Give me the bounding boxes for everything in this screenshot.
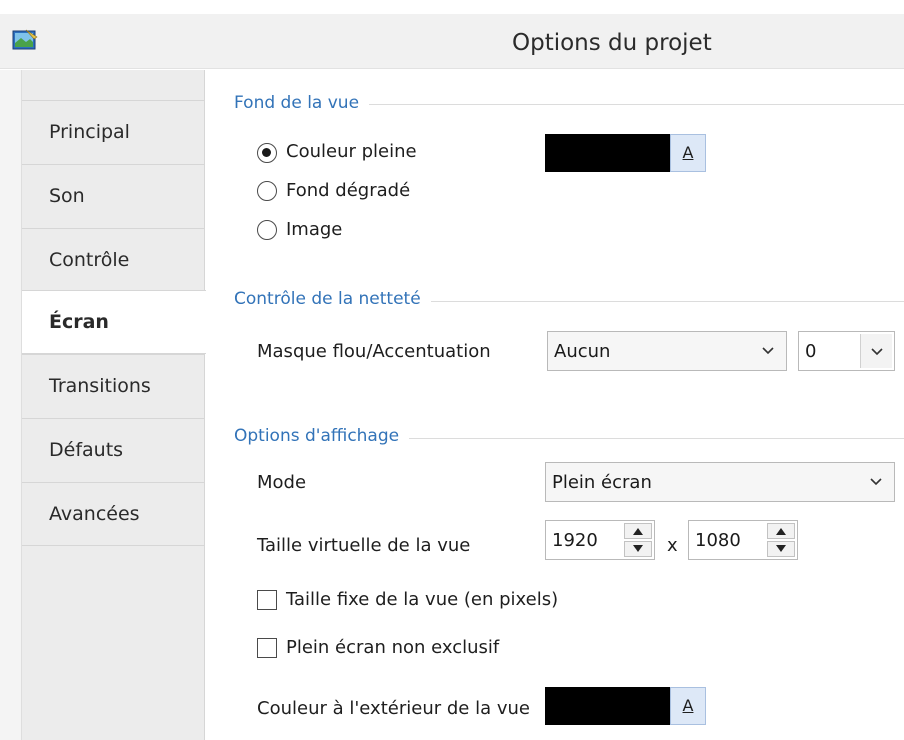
- spin-down-button[interactable]: [767, 541, 795, 557]
- top-strip: [0, 0, 904, 14]
- tab-label: Défauts: [49, 439, 124, 461]
- radio-label-gradient: Fond dégradé: [286, 180, 411, 201]
- spin-down-button[interactable]: [624, 541, 652, 557]
- radio-label-solid-color: Couleur pleine: [286, 141, 417, 162]
- tab-avancees[interactable]: Avancées: [22, 482, 205, 546]
- spinner-buttons: [767, 523, 795, 557]
- triangle-down-icon: [776, 545, 786, 552]
- tab-label: Écran: [49, 311, 109, 333]
- sidebar-edge: [0, 70, 22, 740]
- non-exclusive-checkbox[interactable]: [257, 638, 277, 658]
- virtual-size-label: Taille virtuelle de la vue: [257, 535, 471, 556]
- section-title-display: Options d'affichage: [234, 426, 410, 446]
- sharpness-label: Masque flou/Accentuation: [257, 341, 491, 362]
- radio-gradient[interactable]: [257, 181, 277, 201]
- select-value: 0: [805, 341, 817, 362]
- tab-label: Transitions: [49, 375, 151, 397]
- app-icon: [12, 29, 38, 50]
- virtual-width-spinner[interactable]: 1920: [545, 520, 655, 560]
- title-bar: Options du projet: [0, 14, 904, 69]
- non-exclusive-label: Plein écran non exclusif: [286, 637, 500, 658]
- radio-solid-color[interactable]: [257, 143, 277, 163]
- tab-ecran[interactable]: Écran: [22, 290, 206, 354]
- virtual-height-spinner[interactable]: 1080: [688, 520, 798, 560]
- spinner-value: 1080: [695, 530, 741, 551]
- tab-son[interactable]: Son: [22, 164, 205, 228]
- tab-label: Principal: [49, 121, 130, 143]
- display-mode-select[interactable]: Plein écran: [545, 462, 895, 502]
- fixed-size-checkbox[interactable]: [257, 590, 277, 610]
- chevron-down-icon: [762, 347, 774, 355]
- tab-controle[interactable]: Contrôle: [22, 228, 205, 292]
- section-title-background: Fond de la vue: [234, 93, 370, 113]
- sharpness-amount-select[interactable]: 0: [798, 331, 895, 371]
- triangle-up-icon: [633, 528, 643, 535]
- window-title: Options du projet: [512, 30, 712, 56]
- spin-up-button[interactable]: [624, 523, 652, 539]
- fixed-size-label: Taille fixe de la vue (en pixels): [286, 589, 559, 610]
- radio-label-image: Image: [286, 219, 343, 240]
- size-separator: x: [667, 535, 678, 556]
- tab-transitions[interactable]: Transitions: [22, 354, 205, 418]
- project-options-window: Options du projet Principal Son Contrôle…: [0, 0, 904, 740]
- tab-label: Son: [49, 185, 85, 207]
- chevron-down-icon: [870, 478, 882, 486]
- outside-color-button[interactable]: A: [670, 687, 706, 725]
- tab-label: Avancées: [49, 503, 140, 525]
- triangle-up-icon: [776, 528, 786, 535]
- outside-color-label: Couleur à l'extérieur de la vue: [257, 698, 530, 719]
- spinner-buttons: [624, 523, 652, 557]
- tab-defauts[interactable]: Défauts: [22, 418, 205, 482]
- tab-principal[interactable]: Principal: [22, 100, 205, 164]
- tab-label: Contrôle: [49, 249, 130, 271]
- select-value: Aucun: [554, 341, 611, 362]
- outside-color-swatch[interactable]: [545, 687, 670, 725]
- tab-divider: [22, 545, 205, 546]
- triangle-down-icon: [633, 545, 643, 552]
- sharpness-mode-select[interactable]: Aucun: [547, 331, 787, 371]
- background-color-button[interactable]: A: [670, 134, 706, 172]
- select-value: Plein écran: [552, 472, 652, 493]
- chevron-down-icon: [871, 348, 883, 356]
- display-mode-label: Mode: [257, 472, 307, 493]
- dropdown-button[interactable]: [860, 334, 892, 368]
- spin-up-button[interactable]: [767, 523, 795, 539]
- background-color-swatch[interactable]: [545, 134, 670, 172]
- radio-image[interactable]: [257, 220, 277, 240]
- section-title-sharpness: Contrôle de la netteté: [234, 289, 431, 309]
- spinner-value: 1920: [552, 530, 598, 551]
